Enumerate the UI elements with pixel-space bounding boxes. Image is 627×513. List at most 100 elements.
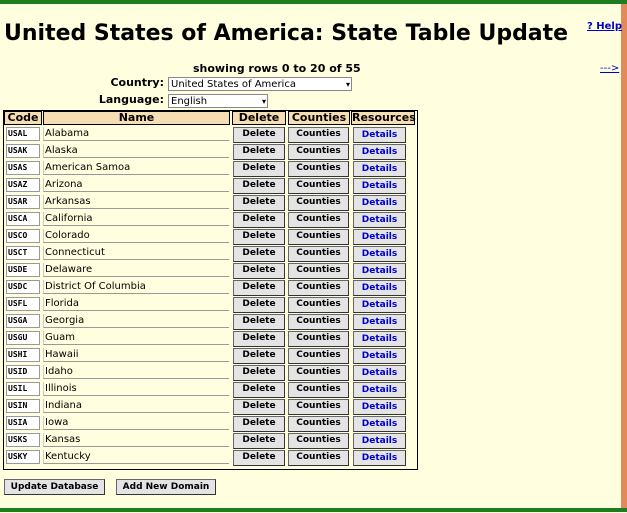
- details-button[interactable]: Details: [353, 280, 406, 296]
- details-button[interactable]: Details: [353, 365, 406, 381]
- state-name-field[interactable]: Florida: [43, 297, 229, 311]
- details-button[interactable]: Details: [353, 263, 406, 279]
- state-name-field[interactable]: Indiana: [43, 399, 229, 413]
- delete-button[interactable]: Delete: [233, 144, 285, 160]
- delete-button[interactable]: Delete: [233, 365, 285, 381]
- counties-button[interactable]: Counties: [288, 263, 349, 279]
- details-button[interactable]: Details: [353, 450, 406, 466]
- state-name-field[interactable]: Guam: [43, 331, 229, 345]
- delete-button[interactable]: Delete: [233, 348, 285, 364]
- counties-button[interactable]: Counties: [288, 450, 349, 466]
- next-page-link[interactable]: --->: [600, 63, 619, 74]
- counties-button[interactable]: Counties: [288, 212, 349, 228]
- state-code-field[interactable]: USFL: [6, 297, 40, 311]
- state-code-field[interactable]: USIA: [6, 416, 40, 430]
- state-name-field[interactable]: Alaska: [43, 144, 229, 158]
- state-code-field[interactable]: USAS: [6, 161, 40, 175]
- state-name-field[interactable]: Delaware: [43, 263, 229, 277]
- language-select[interactable]: English ▾: [168, 94, 268, 108]
- details-button[interactable]: Details: [353, 195, 406, 211]
- counties-button[interactable]: Counties: [288, 382, 349, 398]
- state-name-field[interactable]: Iowa: [43, 416, 229, 430]
- delete-button[interactable]: Delete: [233, 382, 285, 398]
- state-code-field[interactable]: USDC: [6, 280, 40, 294]
- delete-button[interactable]: Delete: [233, 127, 285, 143]
- counties-button[interactable]: Counties: [288, 297, 349, 313]
- delete-button[interactable]: Delete: [233, 161, 285, 177]
- state-code-field[interactable]: USGA: [6, 314, 40, 328]
- state-name-field[interactable]: California: [43, 212, 229, 226]
- state-code-field[interactable]: USID: [6, 365, 40, 379]
- details-button[interactable]: Details: [353, 161, 406, 177]
- state-code-field[interactable]: USIL: [6, 382, 40, 396]
- counties-button[interactable]: Counties: [288, 416, 349, 432]
- country-select[interactable]: United States of America ▾: [168, 77, 352, 91]
- add-new-domain-button[interactable]: Add New Domain: [116, 479, 216, 495]
- details-button[interactable]: Details: [353, 416, 406, 432]
- delete-button[interactable]: Delete: [233, 212, 285, 228]
- details-button[interactable]: Details: [353, 399, 406, 415]
- state-name-field[interactable]: Georgia: [43, 314, 229, 328]
- state-code-field[interactable]: USDE: [6, 263, 40, 277]
- state-code-field[interactable]: USGU: [6, 331, 40, 345]
- state-name-field[interactable]: Idaho: [43, 365, 229, 379]
- help-link[interactable]: ? Help: [587, 21, 622, 32]
- state-code-field[interactable]: USCT: [6, 246, 40, 260]
- details-button[interactable]: Details: [353, 433, 406, 449]
- details-button[interactable]: Details: [353, 212, 406, 228]
- state-code-field[interactable]: USKS: [6, 433, 40, 447]
- counties-button[interactable]: Counties: [288, 280, 349, 296]
- counties-button[interactable]: Counties: [288, 331, 349, 347]
- state-name-field[interactable]: Illinois: [43, 382, 229, 396]
- counties-button[interactable]: Counties: [288, 127, 349, 143]
- counties-button[interactable]: Counties: [288, 178, 349, 194]
- details-button[interactable]: Details: [353, 314, 406, 330]
- state-code-field[interactable]: USHI: [6, 348, 40, 362]
- delete-button[interactable]: Delete: [233, 229, 285, 245]
- delete-button[interactable]: Delete: [233, 450, 285, 466]
- details-button[interactable]: Details: [353, 246, 406, 262]
- counties-button[interactable]: Counties: [288, 399, 349, 415]
- state-name-field[interactable]: Kentucky: [43, 450, 229, 464]
- state-code-field[interactable]: USAZ: [6, 178, 40, 192]
- delete-button[interactable]: Delete: [233, 280, 285, 296]
- details-button[interactable]: Details: [353, 382, 406, 398]
- counties-button[interactable]: Counties: [288, 348, 349, 364]
- details-button[interactable]: Details: [353, 331, 406, 347]
- state-name-field[interactable]: Arkansas: [43, 195, 229, 209]
- update-database-button[interactable]: Update Database: [4, 479, 105, 495]
- delete-button[interactable]: Delete: [233, 246, 285, 262]
- state-code-field[interactable]: USKY: [6, 450, 40, 464]
- details-button[interactable]: Details: [353, 297, 406, 313]
- state-code-field[interactable]: USCO: [6, 229, 40, 243]
- state-code-field[interactable]: USIN: [6, 399, 40, 413]
- state-code-field[interactable]: USAR: [6, 195, 40, 209]
- delete-button[interactable]: Delete: [233, 178, 285, 194]
- state-name-field[interactable]: Alabama: [43, 127, 229, 141]
- details-button[interactable]: Details: [353, 348, 406, 364]
- state-name-field[interactable]: American Samoa: [43, 161, 229, 175]
- state-name-field[interactable]: Connecticut: [43, 246, 229, 260]
- counties-button[interactable]: Counties: [288, 246, 349, 262]
- state-name-field[interactable]: Hawaii: [43, 348, 229, 362]
- state-name-field[interactable]: Kansas: [43, 433, 229, 447]
- state-name-field[interactable]: Arizona: [43, 178, 229, 192]
- state-code-field[interactable]: USAK: [6, 144, 40, 158]
- state-name-field[interactable]: Colorado: [43, 229, 229, 243]
- counties-button[interactable]: Counties: [288, 144, 349, 160]
- delete-button[interactable]: Delete: [233, 399, 285, 415]
- counties-button[interactable]: Counties: [288, 365, 349, 381]
- delete-button[interactable]: Delete: [233, 263, 285, 279]
- details-button[interactable]: Details: [353, 127, 406, 143]
- delete-button[interactable]: Delete: [233, 297, 285, 313]
- details-button[interactable]: Details: [353, 178, 406, 194]
- delete-button[interactable]: Delete: [233, 314, 285, 330]
- counties-button[interactable]: Counties: [288, 161, 349, 177]
- delete-button[interactable]: Delete: [233, 433, 285, 449]
- delete-button[interactable]: Delete: [233, 195, 285, 211]
- counties-button[interactable]: Counties: [288, 314, 349, 330]
- state-code-field[interactable]: USCA: [6, 212, 40, 226]
- delete-button[interactable]: Delete: [233, 331, 285, 347]
- details-button[interactable]: Details: [353, 144, 406, 160]
- state-name-field[interactable]: District Of Columbia: [43, 280, 229, 294]
